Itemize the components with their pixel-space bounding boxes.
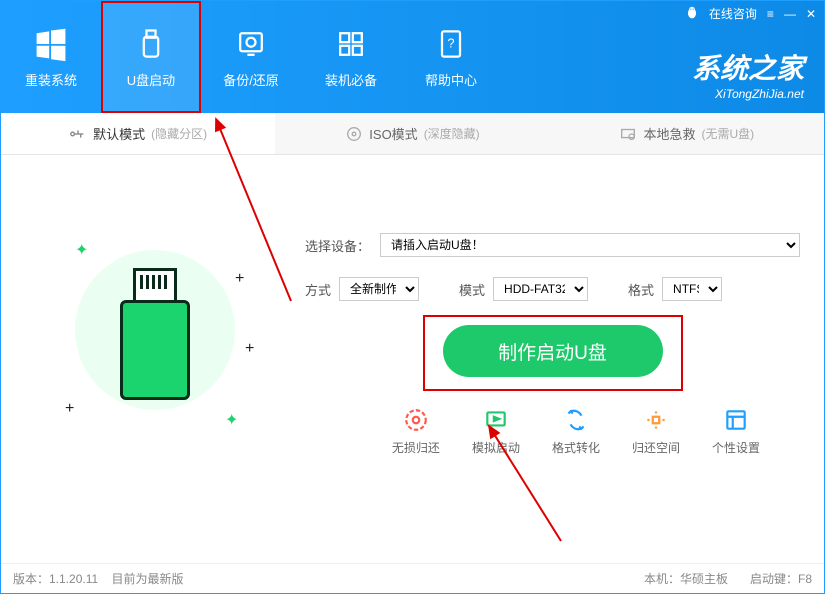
form-panel: 选择设备： 请插入启动U盘！ 方式 全新制作 模式 HDD-FAT32 — [285, 183, 800, 456]
tab-iso-mode[interactable]: ISO模式 (深度隐藏) — [275, 113, 549, 154]
action-row: 制作启动U盘 — [305, 325, 800, 377]
tab-local-rescue[interactable]: 本地急救 (无需U盘) — [550, 113, 824, 154]
restore-icon — [403, 407, 429, 433]
device-row: 选择设备： 请插入启动U盘！ — [305, 233, 800, 257]
close-icon[interactable]: ✕ — [806, 7, 816, 21]
nav-backup[interactable]: 备份/还原 — [201, 1, 301, 113]
grid-icon — [333, 26, 369, 62]
tool-label: 归还空间 — [632, 439, 680, 456]
nav-reinstall[interactable]: 重装系统 — [1, 1, 101, 113]
nav-essentials[interactable]: 装机必备 — [301, 1, 401, 113]
tool-custom[interactable]: 个性设置 — [712, 407, 760, 456]
tools-row: 无损归还 模拟启动 格式转化 归还空间 个性设置 — [305, 377, 800, 456]
method-select[interactable]: 全新制作 — [339, 277, 419, 301]
tool-restore[interactable]: 无损归还 — [392, 407, 440, 456]
tab-label: 本地急救 — [643, 124, 695, 143]
mode-tabs: 默认模式 (隐藏分区) ISO模式 (深度隐藏) 本地急救 (无需U盘) — [1, 113, 824, 155]
tool-convert[interactable]: 格式转化 — [552, 407, 600, 456]
penguin-icon — [685, 5, 699, 22]
usb-small-icon — [69, 125, 87, 143]
update-status: 目前为最新版 — [112, 572, 184, 586]
nav-usb-boot[interactable]: U盘启动 — [101, 1, 201, 113]
space-icon — [643, 407, 669, 433]
menu-icon[interactable]: ≡ — [767, 7, 774, 21]
tool-label: 模拟启动 — [472, 439, 520, 456]
nav-label: 备份/还原 — [223, 70, 279, 89]
usb-illustration: ✦ + + + ✦ — [55, 210, 255, 430]
format-label: 格式 — [628, 280, 654, 299]
nav-label: 装机必备 — [325, 70, 377, 89]
tab-default-mode[interactable]: 默认模式 (隐藏分区) — [1, 113, 275, 154]
simulate-icon — [483, 407, 509, 433]
logo: 系统之家 XiTongZhiJia.net — [692, 47, 804, 101]
nav-help[interactable]: ? 帮助中心 — [401, 1, 501, 113]
content: ✦ + + + ✦ 选择设备： 请插入启动U盘！ 方式 全新制作 — [1, 155, 824, 466]
logo-main: 系统之家 — [692, 47, 804, 87]
backup-icon — [233, 26, 269, 62]
help-icon: ? — [433, 26, 469, 62]
format-select[interactable]: NTFS — [662, 277, 722, 301]
logo-sub: XiTongZhiJia.net — [692, 87, 804, 101]
nav-label: U盘启动 — [127, 70, 175, 89]
tool-label: 无损归还 — [392, 439, 440, 456]
tool-space[interactable]: 归还空间 — [632, 407, 680, 456]
iso-icon — [345, 125, 363, 143]
tool-label: 个性设置 — [712, 439, 760, 456]
custom-icon — [723, 407, 749, 433]
tab-label: 默认模式 — [93, 124, 145, 143]
tool-simulate[interactable]: 模拟启动 — [472, 407, 520, 456]
create-boot-usb-button[interactable]: 制作启动U盘 — [443, 325, 663, 377]
status-left: 版本：1.1.20.11 目前为最新版 — [13, 570, 184, 587]
method-label: 方式 — [305, 280, 331, 299]
svg-text:?: ? — [447, 36, 454, 50]
mode-select[interactable]: HDD-FAT32 — [493, 277, 588, 301]
windows-icon — [33, 26, 69, 62]
mode-label: 模式 — [459, 280, 485, 299]
minimize-icon[interactable]: — — [784, 7, 796, 21]
version-text: 版本：1.1.20.11 — [13, 572, 98, 586]
tab-label: ISO模式 — [369, 124, 417, 143]
bootkey-text: 启动键：F8 — [750, 570, 812, 587]
window-controls: 在线咨询 ≡ — ✕ — [685, 5, 816, 22]
options-row: 方式 全新制作 模式 HDD-FAT32 格式 NTFS — [305, 277, 800, 301]
machine-text: 本机：华硕主板 — [644, 570, 728, 587]
device-label: 选择设备： — [305, 236, 370, 255]
tool-label: 格式转化 — [552, 439, 600, 456]
tab-hint: (无需U盘) — [701, 125, 754, 142]
rescue-icon — [619, 125, 637, 143]
tab-hint: (深度隐藏) — [424, 125, 480, 142]
tab-hint: (隐藏分区) — [151, 125, 207, 142]
device-select[interactable]: 请插入启动U盘！ — [380, 233, 800, 257]
consult-link[interactable]: 在线咨询 — [709, 5, 757, 22]
nav-label: 重装系统 — [25, 70, 77, 89]
app-window: 重装系统 U盘启动 备份/还原 装机必备 ? 帮助中心 — [0, 0, 825, 594]
usb-icon — [133, 26, 169, 62]
nav-label: 帮助中心 — [425, 70, 477, 89]
status-right: 本机：华硕主板 启动键：F8 — [644, 570, 812, 587]
statusbar: 版本：1.1.20.11 目前为最新版 本机：华硕主板 启动键：F8 — [1, 563, 824, 593]
convert-icon — [563, 407, 589, 433]
header: 重装系统 U盘启动 备份/还原 装机必备 ? 帮助中心 — [1, 1, 824, 113]
illustration-panel: ✦ + + + ✦ — [25, 183, 285, 456]
